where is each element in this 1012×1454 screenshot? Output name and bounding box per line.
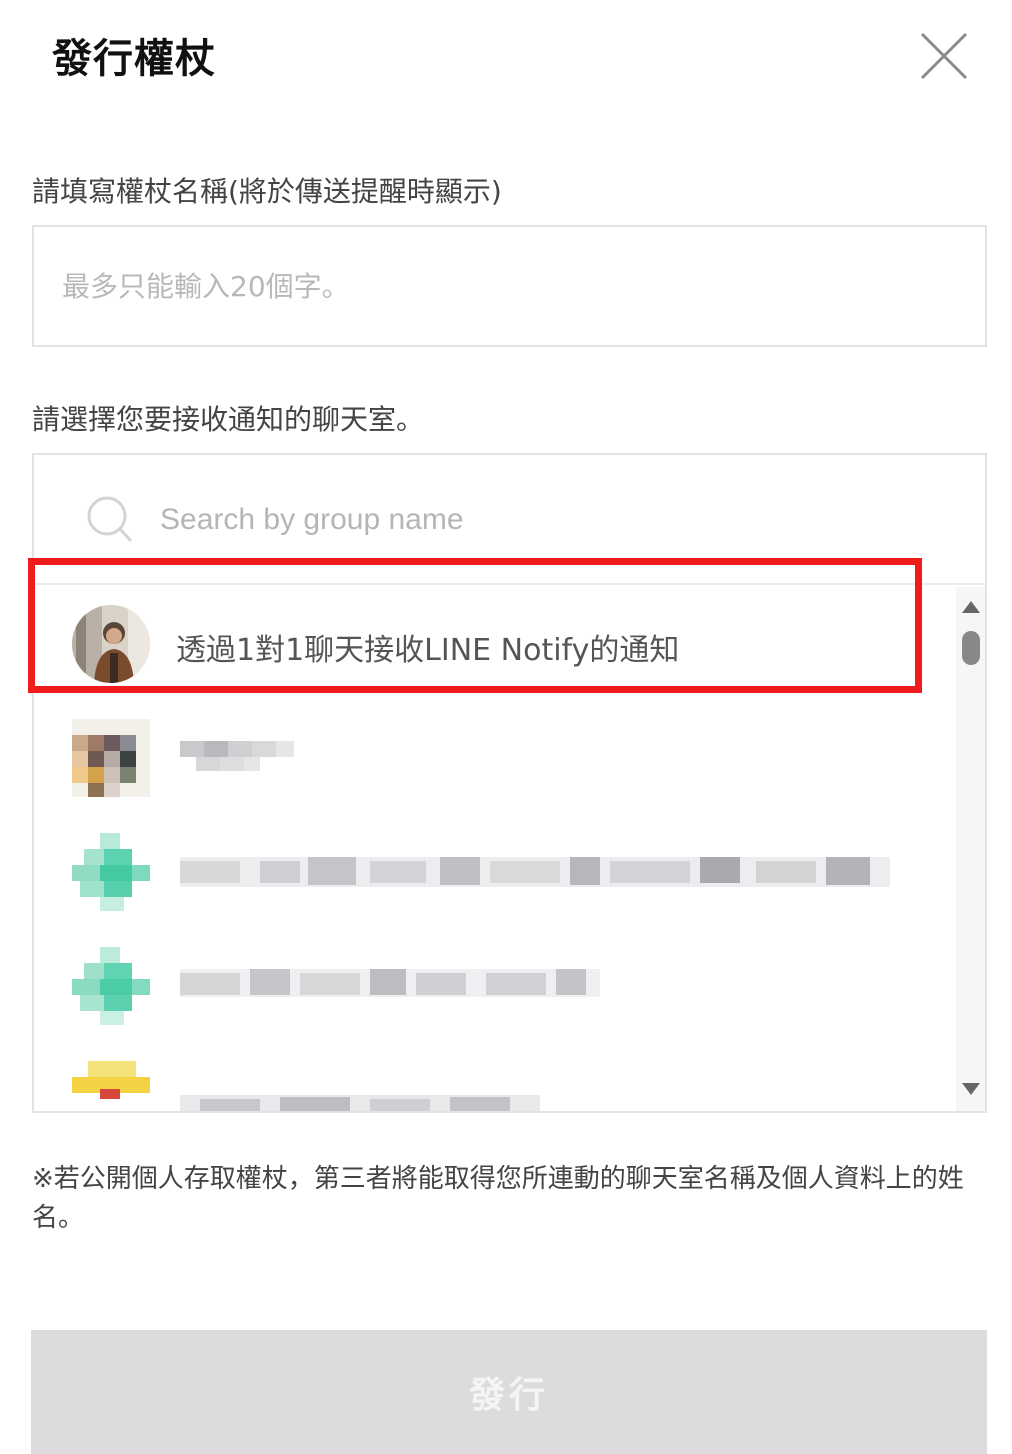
obscured-label <box>180 1095 540 1111</box>
avatar <box>72 605 150 683</box>
privacy-notice: ※若公開個人存取權杖，第三者將能取得您所連動的聊天室名稱及個人資料上的姓名。 <box>32 1164 964 1233</box>
avatar <box>72 1061 150 1111</box>
close-icon <box>920 32 968 80</box>
issue-token-button[interactable]: 發行 <box>31 1330 987 1454</box>
token-name-input[interactable] <box>32 225 987 347</box>
scroll-up-arrow-icon[interactable] <box>962 601 980 613</box>
token-name-label: 請填寫權杖名稱(將於傳送提醒時顯示) <box>32 175 502 208</box>
avatar <box>72 833 150 911</box>
obscured-label <box>180 969 600 997</box>
chat-room-selector: 透過1對1聊天接收LINE Notify的通知 <box>32 453 987 1113</box>
search-icon <box>87 496 133 543</box>
chat-room-item[interactable] <box>34 1043 954 1111</box>
chat-room-item-label: 透過1對1聊天接收LINE Notify的通知 <box>176 633 680 668</box>
scroll-down-arrow-icon[interactable] <box>962 1083 980 1095</box>
group-search-input[interactable] <box>160 493 920 547</box>
chat-room-item[interactable] <box>34 929 954 1043</box>
close-button[interactable] <box>916 28 972 84</box>
avatar <box>72 947 150 1025</box>
avatar <box>72 719 150 797</box>
chat-room-label: 請選擇您要接收通知的聊天室。 <box>32 403 425 436</box>
obscured-label <box>180 857 890 887</box>
chat-room-item-1on1[interactable]: 透過1對1聊天接收LINE Notify的通知 <box>34 587 954 701</box>
dialog-title: 發行權杖 <box>52 36 216 82</box>
search-bar <box>34 455 985 585</box>
chat-room-list: 透過1對1聊天接收LINE Notify的通知 <box>34 587 954 1111</box>
chat-room-item[interactable] <box>34 815 954 929</box>
list-scrollbar[interactable] <box>956 587 985 1111</box>
obscured-label <box>180 741 294 771</box>
scrollbar-thumb[interactable] <box>962 631 980 665</box>
chat-room-item[interactable] <box>34 701 954 815</box>
